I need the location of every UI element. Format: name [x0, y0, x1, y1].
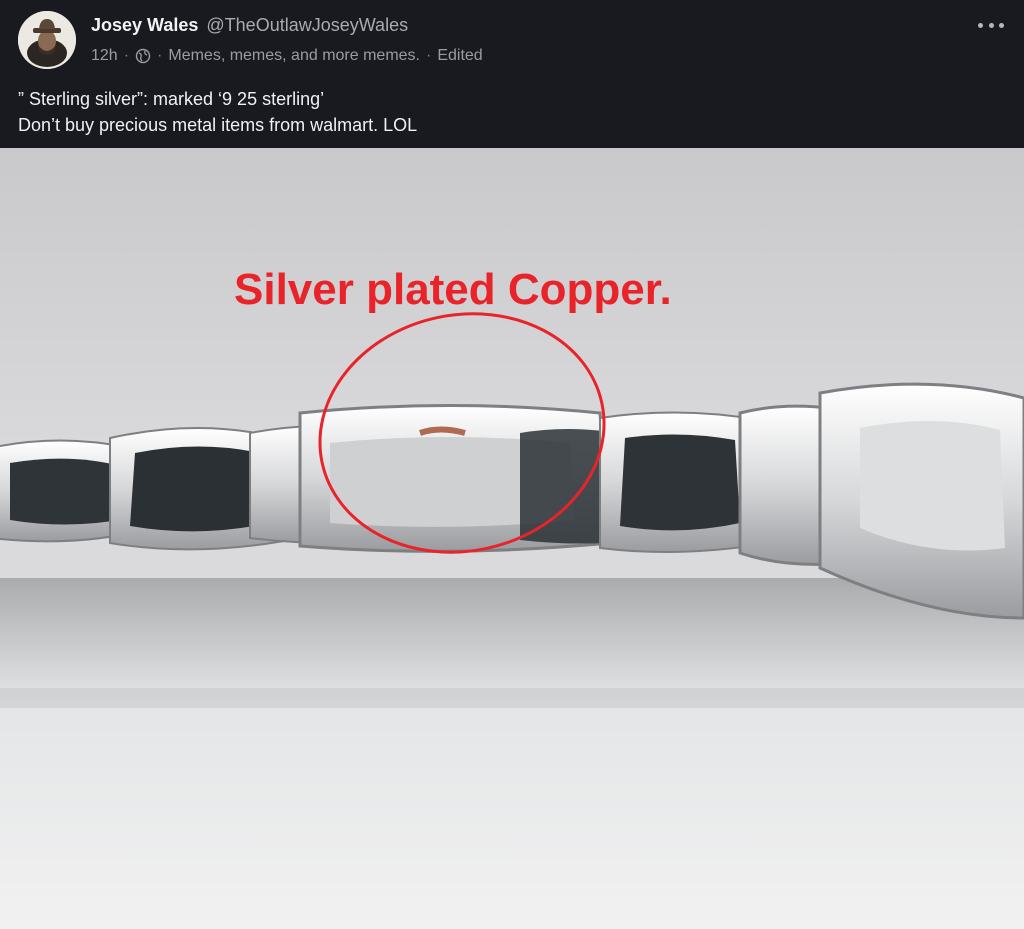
post-meta: 12h · · Memes, memes, and more memes. · … — [91, 45, 483, 67]
meta-separator: · — [157, 47, 163, 64]
image-overlay-caption: Silver plated Copper. — [234, 265, 672, 314]
post-card: Josey Wales @TheOutlawJoseyWales 12h · ·… — [0, 0, 1024, 929]
post-timestamp[interactable]: 12h — [91, 47, 118, 65]
post-body: ” Sterling silver”: marked ‘9 25 sterlin… — [18, 86, 978, 138]
more-options-button[interactable] — [978, 14, 1004, 36]
post-text-line: ” Sterling silver”: marked ‘9 25 sterlin… — [18, 89, 325, 109]
ellipsis-icon — [999, 22, 1004, 28]
meta-separator: · — [123, 47, 130, 64]
post-text-line: Don’t buy precious metal items from walm… — [18, 115, 418, 135]
author-handle[interactable]: @TheOutlawJoseyWales — [206, 15, 408, 36]
author-avatar[interactable] — [18, 11, 76, 69]
meta-separator: · — [425, 47, 432, 64]
ellipsis-icon — [988, 22, 994, 28]
edited-label: Edited — [437, 47, 483, 64]
author-row: Josey Wales @TheOutlawJoseyWales — [91, 15, 408, 39]
post-header: Josey Wales @TheOutlawJoseyWales 12h · ·… — [0, 0, 1024, 148]
post-image[interactable]: Silver plated Copper. — [0, 148, 1024, 929]
chain-photo: Silver plated Copper. — [0, 148, 1024, 929]
ellipsis-icon — [978, 22, 983, 28]
author-name[interactable]: Josey Wales — [91, 15, 198, 36]
globe-icon — [135, 48, 151, 64]
community-link[interactable]: Memes, memes, and more memes. — [168, 47, 420, 65]
cowboy-avatar-icon — [18, 11, 76, 69]
